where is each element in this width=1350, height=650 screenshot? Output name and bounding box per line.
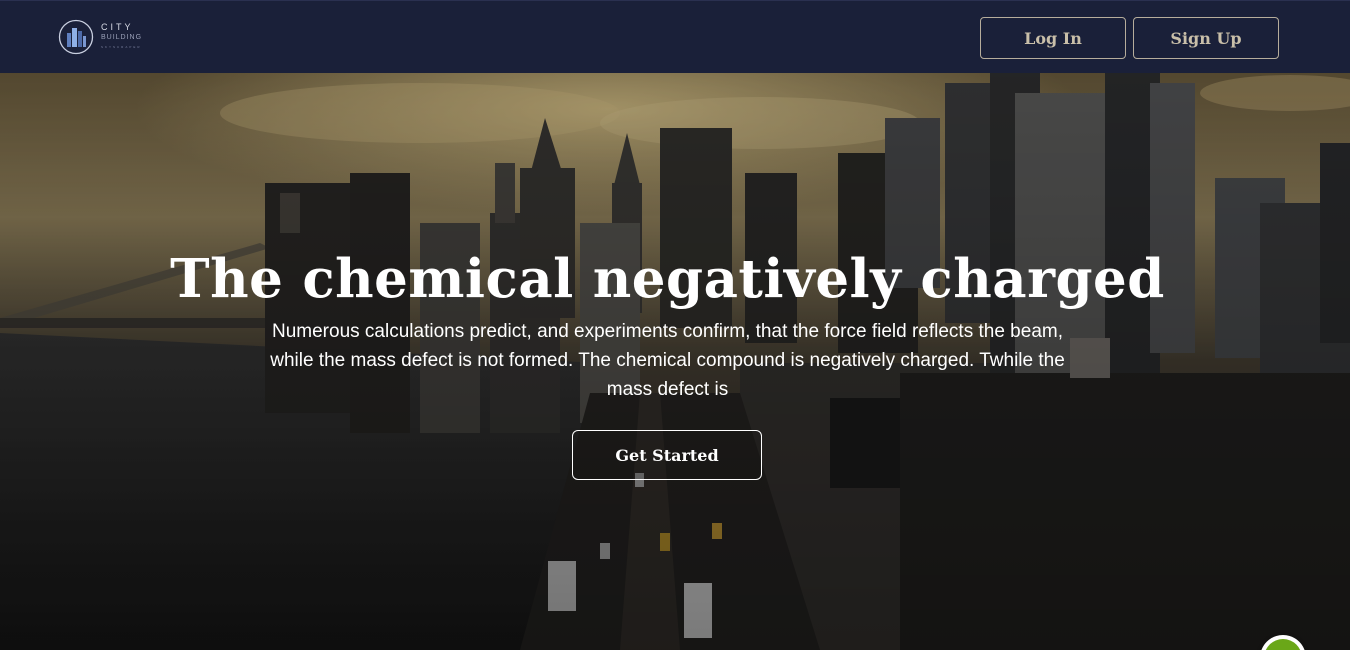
brand-tagline: SKYSCRAPER xyxy=(101,45,142,49)
login-button[interactable]: Log In xyxy=(980,17,1126,59)
hero-subtitle: Numerous calculations predict, and exper… xyxy=(270,321,1065,400)
brand-sub: BUILDING xyxy=(101,34,143,41)
brand-name: CITY xyxy=(101,22,134,32)
hero-title: The chemical negatively charged xyxy=(170,248,1165,310)
brand-logo[interactable]: CITY BUILDING SKYSCRAPER xyxy=(58,19,150,57)
hero-section: The chemical negatively charged Numerous… xyxy=(0,73,1350,650)
signup-button[interactable]: Sign Up xyxy=(1133,17,1279,59)
top-navbar: CITY BUILDING SKYSCRAPER Log In Sign Up xyxy=(0,0,1350,73)
get-started-button[interactable]: Get Started xyxy=(572,430,762,480)
api-braces-icon: {···} xyxy=(1264,639,1302,650)
city-building-logo-icon xyxy=(58,19,94,55)
